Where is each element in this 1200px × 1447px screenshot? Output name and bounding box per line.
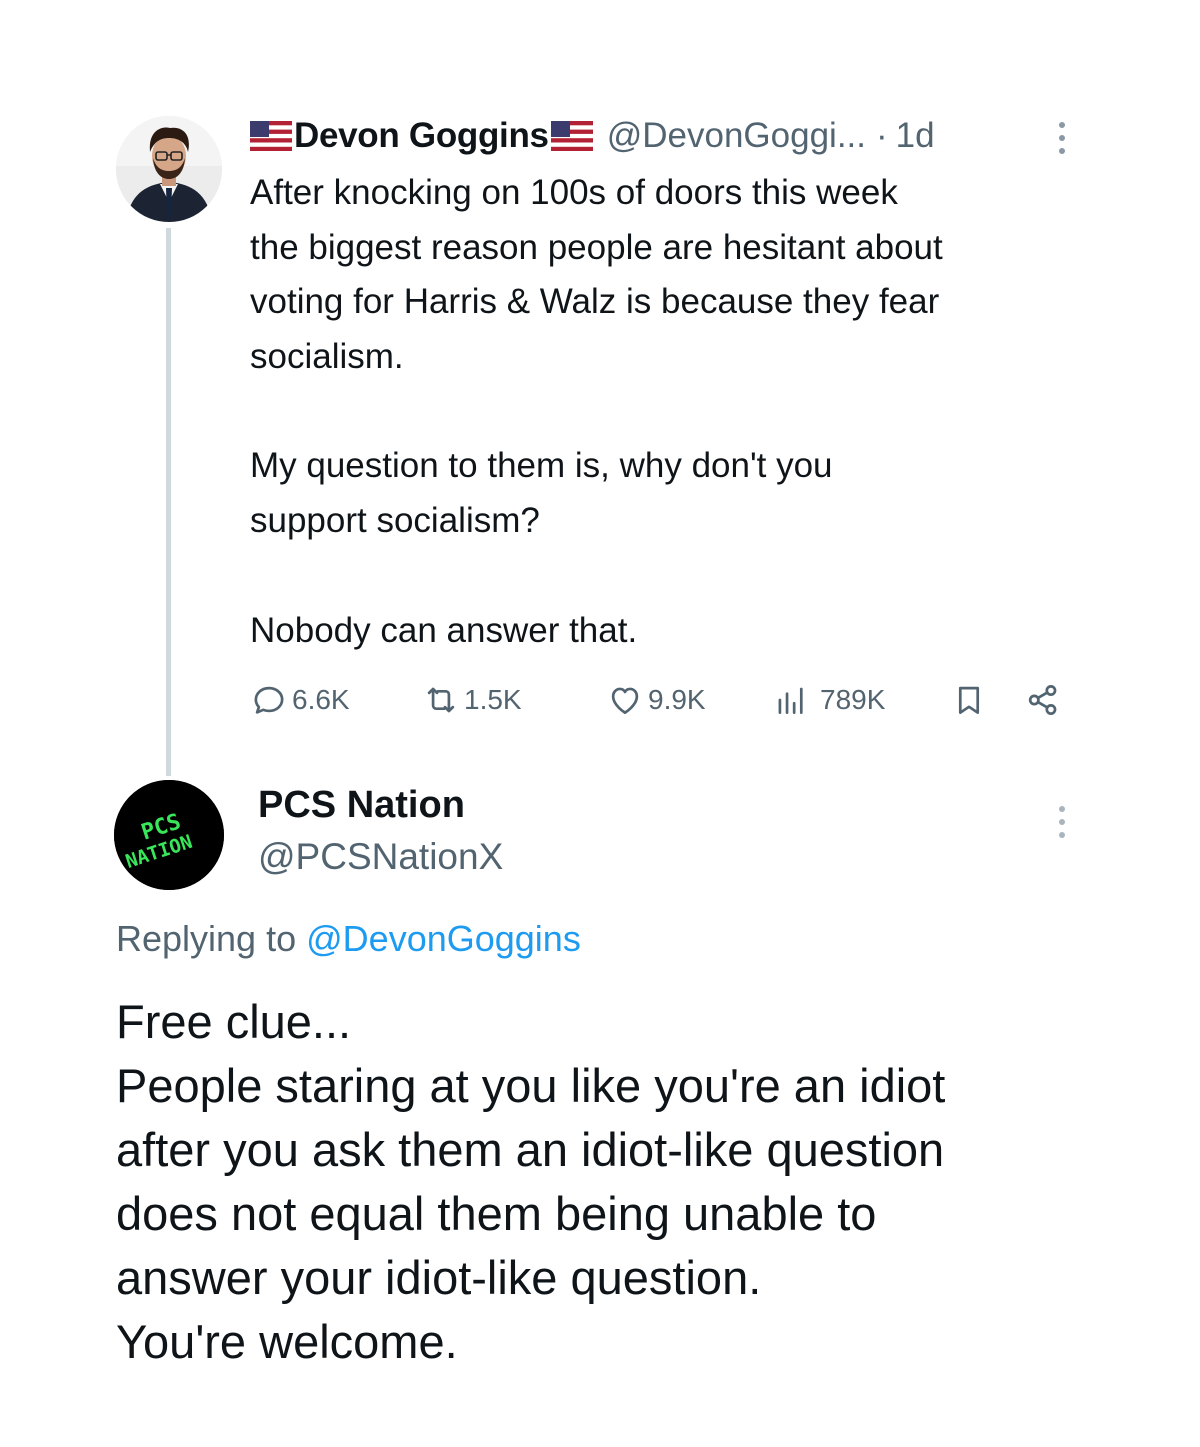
devon-goggins-avatar[interactable] <box>116 116 222 222</box>
share-button[interactable] <box>1024 672 1066 728</box>
repost-icon <box>427 687 455 713</box>
replying-to-mention[interactable]: @DevonGoggins <box>306 918 581 959</box>
tweet-line: voting for Harris & Walz is because they… <box>250 282 940 322</box>
pcs-nation-logo: PCS NATION <box>114 780 224 890</box>
tweet-line: My question to them is, why don't you <box>250 446 833 486</box>
more-options-icon[interactable] <box>1052 802 1072 842</box>
reply-tweet-text: Free clue... People staring at you like … <box>116 990 1116 1374</box>
reply-icon <box>254 686 284 714</box>
pcs-nation-avatar[interactable]: PCS NATION <box>114 780 224 890</box>
repost-button[interactable]: 1.5K <box>422 672 522 728</box>
reply-line: does not equal them being unable to <box>116 1187 877 1240</box>
reply-line: Free clue... <box>116 995 352 1048</box>
repost-count: 1.5K <box>464 684 522 715</box>
reply-line: after you ask them an idiot-like questio… <box>116 1123 945 1176</box>
author-handle[interactable]: @DevonGoggi... <box>607 116 866 156</box>
view-count: 789K <box>820 684 886 715</box>
reply-author-name[interactable]: PCS Nation <box>258 784 465 827</box>
tweet-line: the biggest reason people are hesitant a… <box>250 227 943 267</box>
tweet-timestamp[interactable]: 1d <box>896 116 935 156</box>
us-flag-emoji <box>250 121 292 151</box>
reply-line: You're welcome. <box>116 1315 458 1368</box>
reply-line: People staring at you like you're an idi… <box>116 1059 946 1112</box>
original-tweet-header: Devon Goggins @DevonGoggi... · 1d <box>250 112 935 160</box>
tweet-line: Nobody can answer that. <box>250 610 638 650</box>
replying-to-prefix: Replying to <box>116 918 297 959</box>
separator-dot: · <box>876 116 888 155</box>
thread-connector-line <box>166 228 171 776</box>
bookmark-button[interactable] <box>950 672 992 728</box>
replying-to-line: Replying to @DevonGoggins <box>116 918 581 960</box>
views-icon <box>778 687 803 715</box>
original-tweet-text: After knocking on 100s of doors this wee… <box>250 166 1090 658</box>
reply-line: answer your idiot-like question. <box>116 1251 762 1304</box>
views-button[interactable]: 789K <box>772 672 885 728</box>
share-icon <box>1028 685 1057 715</box>
bookmark-icon <box>958 686 980 715</box>
more-options-icon[interactable] <box>1052 118 1072 158</box>
tweet-line: socialism. <box>250 336 404 376</box>
like-icon <box>611 687 639 715</box>
tweet-line: support socialism? <box>250 500 540 540</box>
reply-author-handle[interactable]: @PCSNationX <box>258 836 503 878</box>
reply-button[interactable]: 6.6K <box>250 672 350 728</box>
us-flag-emoji <box>550 121 593 151</box>
like-button[interactable]: 9.9K <box>606 672 706 728</box>
like-count: 9.9K <box>648 684 706 715</box>
reply-count: 6.6K <box>292 684 350 715</box>
author-name[interactable]: Devon Goggins <box>294 116 549 156</box>
tweet-line: After knocking on 100s of doors this wee… <box>250 173 898 212</box>
avatar-photo <box>116 116 222 222</box>
tweet-action-bar: 6.6K 1.5K 9.9K 789K <box>250 672 1090 728</box>
